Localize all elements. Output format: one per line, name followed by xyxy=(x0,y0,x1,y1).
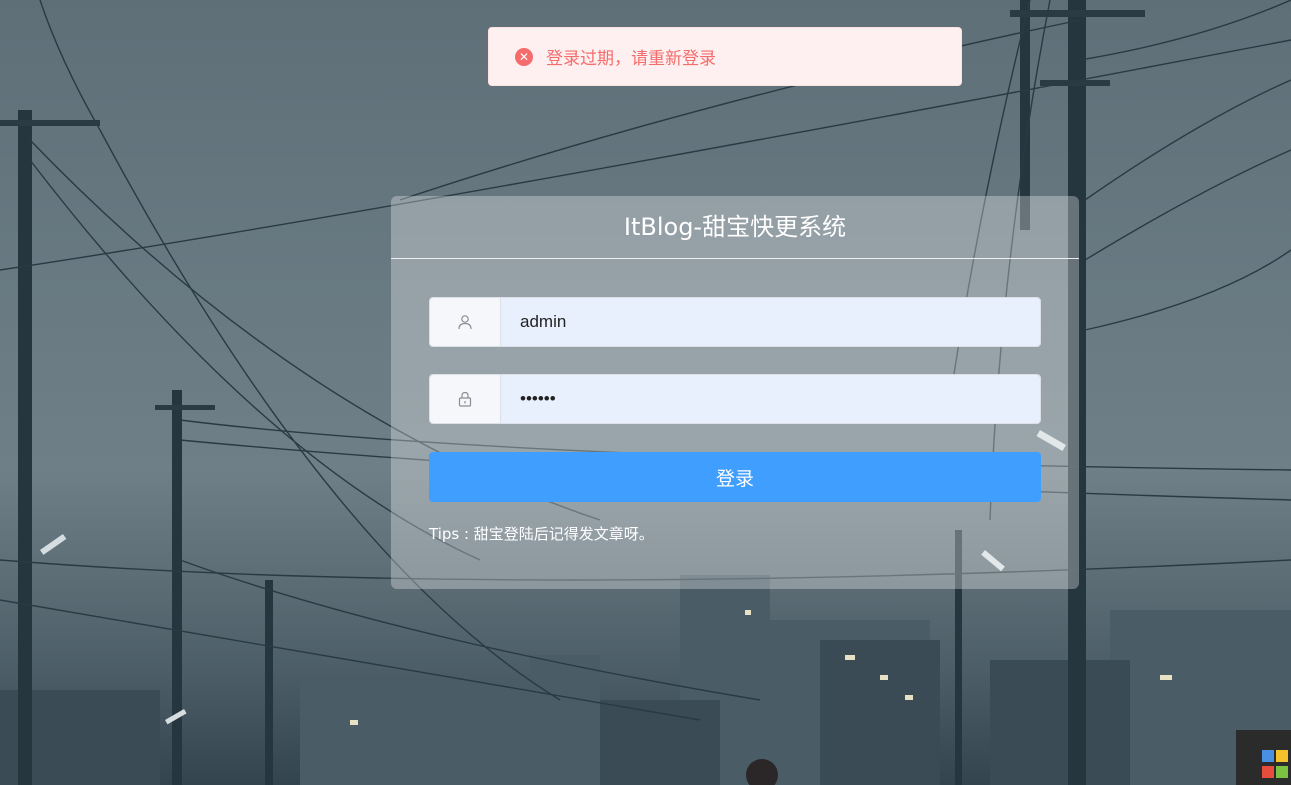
error-toast: ✕ 登录过期，请重新登录 xyxy=(488,27,962,86)
username-input[interactable] xyxy=(501,298,1040,346)
login-card: ItBlog-甜宝快更系统 登录 Tips : 甜宝登陆后记得发文章呀。 xyxy=(391,196,1079,589)
toast-message: 登录过期，请重新登录 xyxy=(546,49,716,69)
windows-logo-icon[interactable] xyxy=(1236,730,1291,785)
lock-icon xyxy=(430,375,501,423)
tips-text: Tips : 甜宝登陆后记得发文章呀。 xyxy=(429,525,654,543)
password-field xyxy=(429,374,1041,424)
login-title: ItBlog-甜宝快更系统 xyxy=(391,196,1079,259)
user-icon xyxy=(430,298,501,346)
password-input[interactable] xyxy=(501,375,1040,423)
login-button[interactable]: 登录 xyxy=(429,452,1041,502)
close-circle-icon[interactable]: ✕ xyxy=(515,47,533,66)
username-field xyxy=(429,297,1041,347)
